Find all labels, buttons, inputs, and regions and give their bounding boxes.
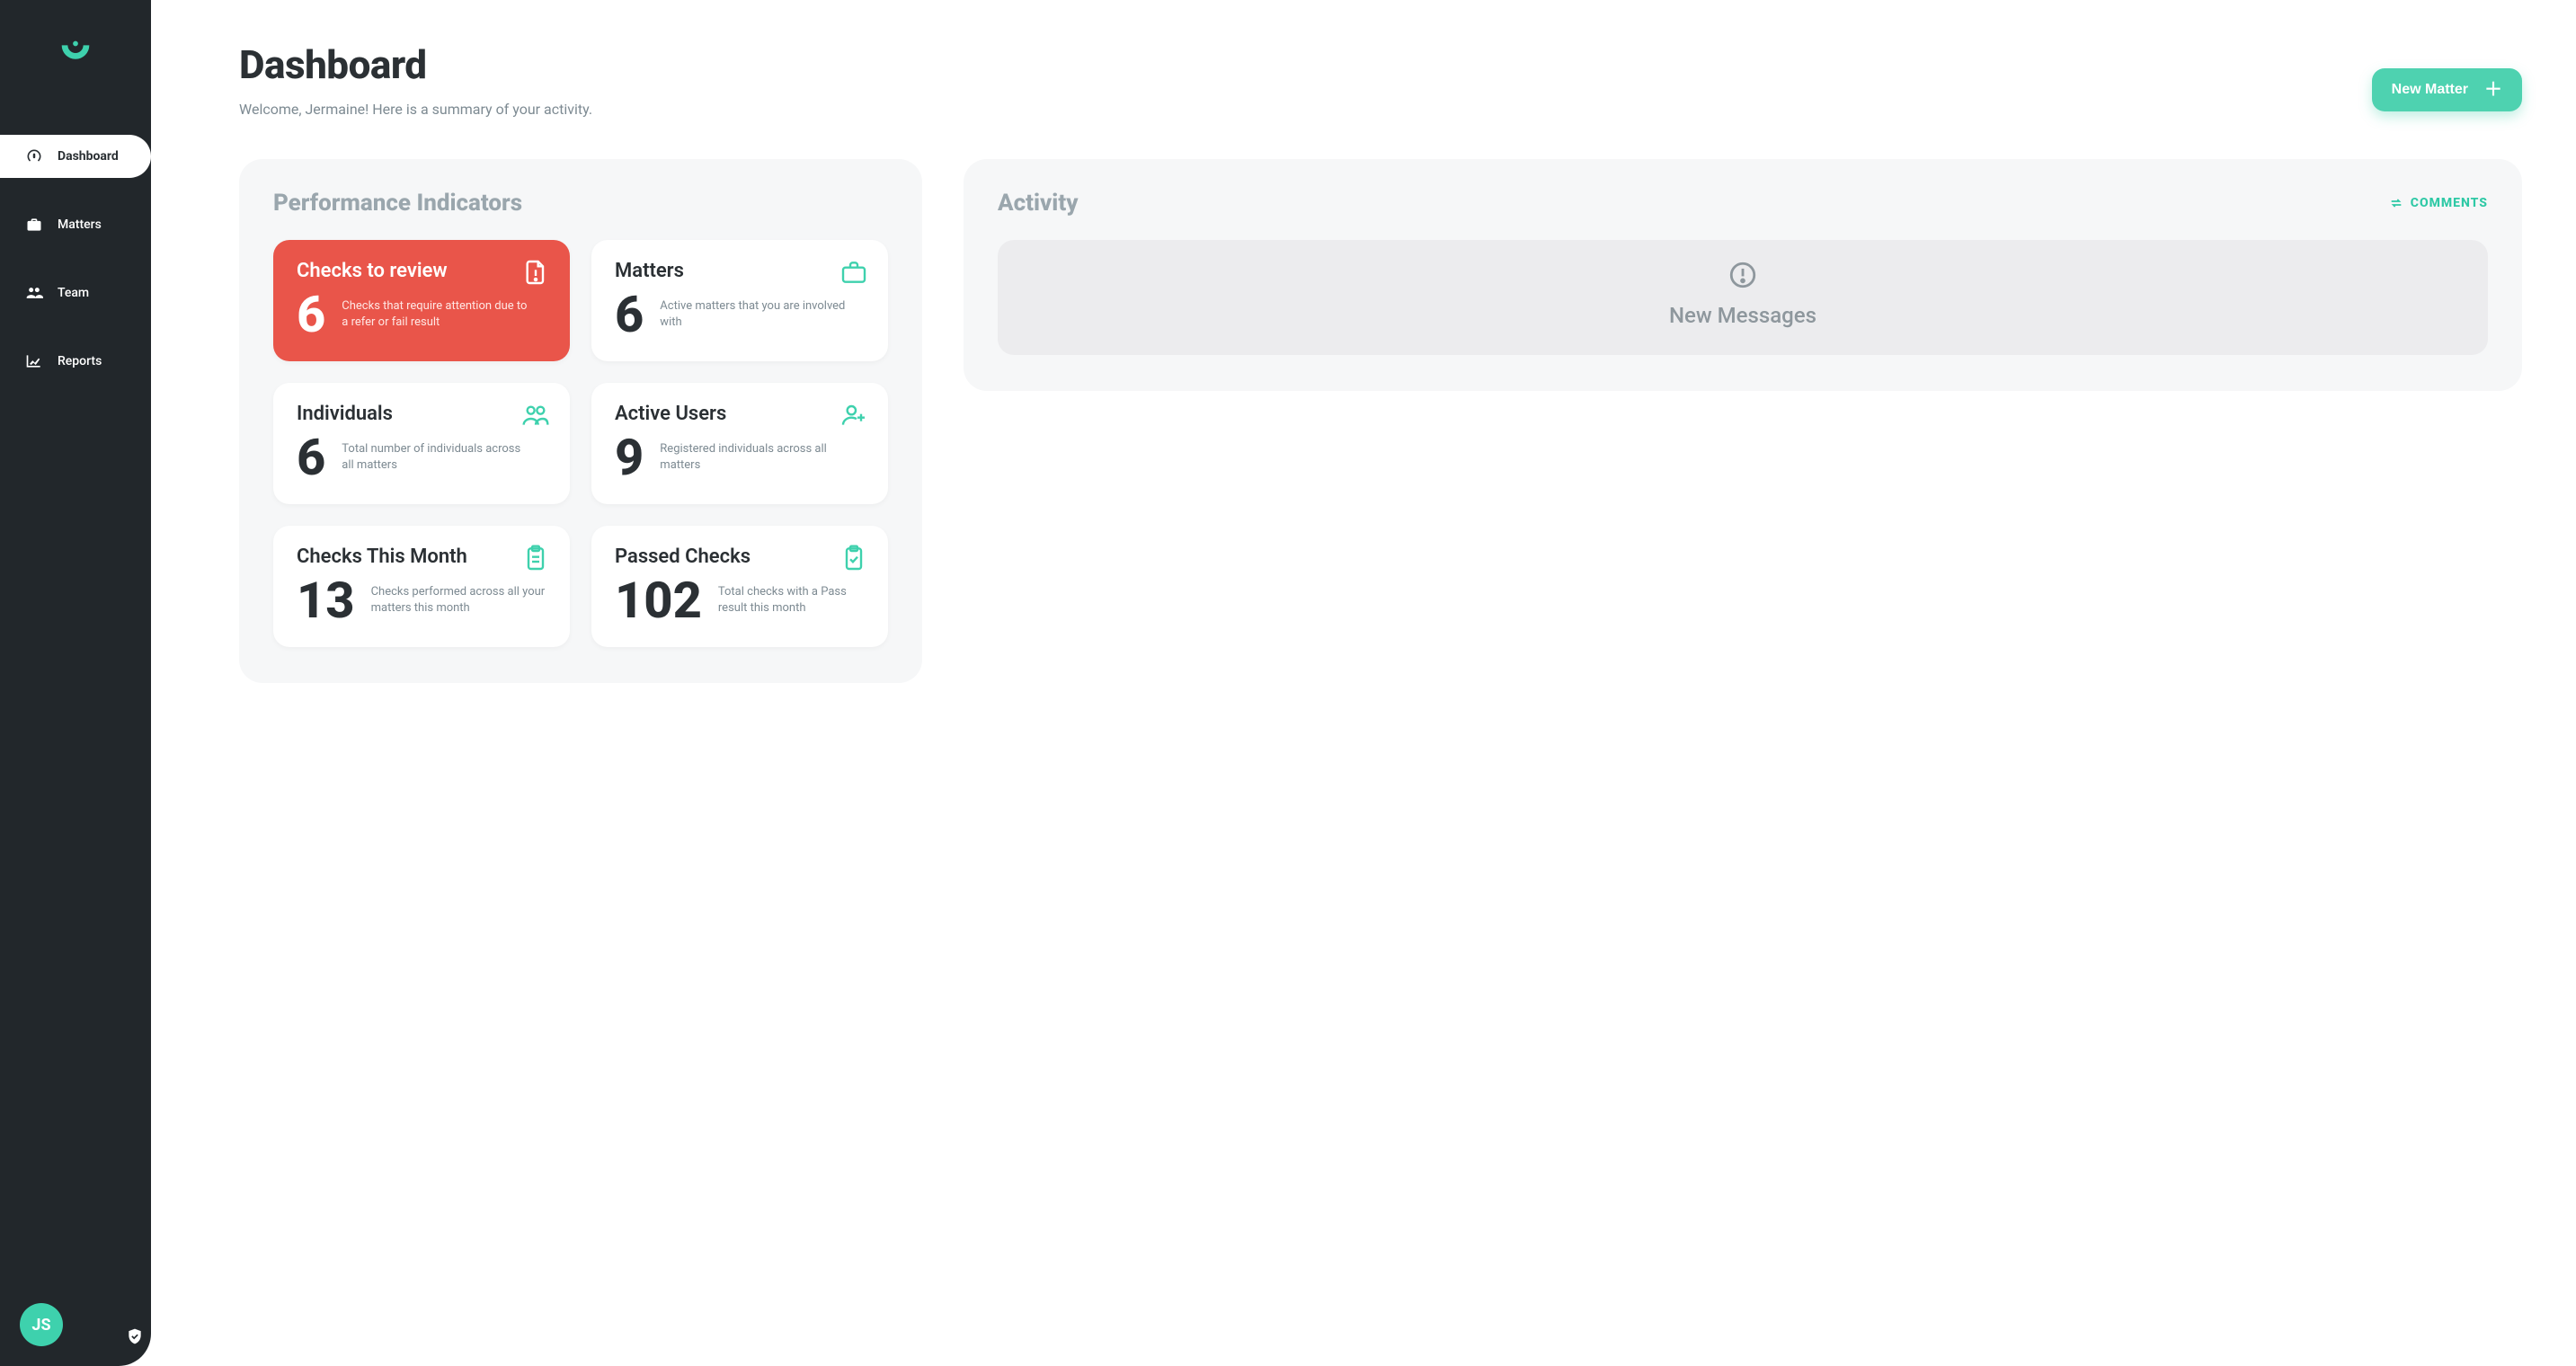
user-plus-icon: [839, 401, 868, 430]
shield-check-icon: [126, 1327, 144, 1345]
main-content: Dashboard Welcome, Jermaine! Here is a s…: [151, 0, 2576, 1366]
kpi-card-active-users[interactable]: Active Users 9 Registered individuals ac…: [591, 383, 888, 504]
briefcase-outline-icon: [839, 258, 868, 287]
page-header: Dashboard Welcome, Jermaine! Here is a s…: [239, 41, 2522, 118]
file-alert-icon: [521, 258, 550, 287]
page-title: Dashboard: [239, 41, 592, 88]
clipboard-list-icon: [521, 544, 550, 572]
briefcase-icon: [25, 216, 43, 234]
kpi-card-value: 9: [615, 432, 644, 483]
kpi-card-checks-this-month[interactable]: Checks This Month 13 Checks performed ac…: [273, 526, 570, 647]
kpi-card-passed-checks[interactable]: Passed Checks 102 Total checks with a Pa…: [591, 526, 888, 647]
kpi-card-title: Checks This Month: [297, 546, 546, 568]
kpi-card-value: 6: [297, 289, 325, 340]
kpi-card-value: 102: [615, 575, 702, 625]
new-matter-button[interactable]: New Matter ＋: [2372, 68, 2522, 111]
kpi-card-desc: Checks that require attention due to a r…: [342, 298, 530, 330]
users-icon: [25, 284, 43, 302]
logo: [0, 0, 151, 108]
kpi-grid: Checks to review 6 Checks that require a…: [273, 240, 888, 647]
kpi-panel: Performance Indicators Checks to review …: [239, 159, 922, 683]
sidebar-item-label: Dashboard: [58, 149, 119, 164]
kpi-title: Performance Indicators: [273, 190, 888, 217]
sidebar-footer: JS: [0, 1283, 151, 1366]
kpi-card-desc: Registered individuals across all matter…: [660, 441, 848, 473]
gauge-icon: [25, 147, 43, 165]
kpi-card-checks-to-review[interactable]: Checks to review 6 Checks that require a…: [273, 240, 570, 361]
kpi-card-individuals[interactable]: Individuals 6 Total number of individual…: [273, 383, 570, 504]
kpi-card-desc: Total checks with a Pass result this mon…: [718, 584, 865, 616]
welcome-text: Welcome, Jermaine! Here is a summary of …: [239, 101, 592, 118]
avatar-initials: JS: [31, 1316, 50, 1335]
kpi-card-value: 6: [615, 289, 644, 340]
sidebar-item-team[interactable]: Team: [0, 271, 151, 315]
kpi-card-title: Passed Checks: [615, 546, 865, 568]
kpi-card-value: 6: [297, 432, 325, 483]
sidebar-item-matters[interactable]: Matters: [0, 203, 151, 246]
sidebar-item-reports[interactable]: Reports: [0, 340, 151, 383]
kpi-card-title: Active Users: [615, 403, 865, 425]
chart-line-icon: [25, 352, 43, 370]
activity-empty-card: New Messages: [998, 240, 2488, 355]
users-group-icon: [521, 401, 550, 430]
kpi-card-value: 13: [297, 575, 355, 625]
sidebar-item-label: Matters: [58, 217, 102, 232]
sidebar-item-label: Team: [58, 286, 89, 300]
plus-icon: ＋: [2484, 81, 2502, 99]
activity-title: Activity: [998, 190, 1078, 217]
kpi-card-title: Individuals: [297, 403, 546, 425]
kpi-card-desc: Active matters that you are involved wit…: [660, 298, 848, 330]
sidebar-item-label: Reports: [58, 354, 102, 368]
activity-empty-message: New Messages: [1669, 303, 1817, 328]
clipboard-check-icon: [839, 544, 868, 572]
sidebar: Dashboard Matters Team Reports JS: [0, 0, 151, 1366]
sidebar-nav: Dashboard Matters Team Reports: [0, 135, 151, 383]
kpi-card-desc: Checks performed across all your matters…: [371, 584, 546, 616]
kpi-card-title: Matters: [615, 260, 865, 282]
comments-link[interactable]: COMMENTS: [2389, 196, 2488, 210]
comments-label: COMMENTS: [2411, 196, 2488, 210]
kpi-card-desc: Total number of individuals across all m…: [342, 441, 530, 473]
alert-circle-icon: [1728, 260, 1758, 290]
brand-logo-icon: [55, 33, 96, 75]
swap-icon: [2389, 196, 2403, 210]
avatar[interactable]: JS: [20, 1303, 63, 1346]
kpi-card-matters[interactable]: Matters 6 Active matters that you are in…: [591, 240, 888, 361]
kpi-card-title: Checks to review: [297, 260, 546, 282]
activity-panel: Activity COMMENTS New Messages: [964, 159, 2522, 391]
new-matter-label: New Matter: [2392, 82, 2468, 98]
sidebar-item-dashboard[interactable]: Dashboard: [0, 135, 151, 178]
